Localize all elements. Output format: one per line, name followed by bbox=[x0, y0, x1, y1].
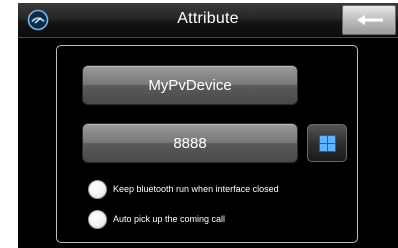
back-button[interactable] bbox=[342, 5, 396, 35]
keypad-button[interactable] bbox=[307, 124, 347, 162]
keep-bluetooth-radio[interactable] bbox=[88, 179, 107, 199]
pin-code-button[interactable]: 8888 bbox=[82, 123, 298, 163]
auto-pickup-radio[interactable] bbox=[88, 209, 107, 229]
keep-bluetooth-label: Keep bluetooth run when interface closed bbox=[113, 184, 279, 194]
option-keep-bluetooth-running[interactable]: Keep bluetooth run when interface closed bbox=[88, 179, 279, 199]
auto-pickup-label: Auto pick up the coming call bbox=[113, 214, 226, 224]
option-auto-pickup-call[interactable]: Auto pick up the coming call bbox=[88, 209, 225, 229]
bluetooth-attribute-screen: Attribute MyPvDevice 8888 Keep bluetooth… bbox=[18, 3, 398, 248]
arrow-left-icon bbox=[357, 15, 383, 25]
page-title: Attribute bbox=[177, 10, 239, 27]
device-name-button[interactable]: MyPvDevice bbox=[82, 65, 298, 105]
title-bar: Attribute bbox=[18, 3, 398, 38]
keypad-icon bbox=[319, 135, 336, 152]
